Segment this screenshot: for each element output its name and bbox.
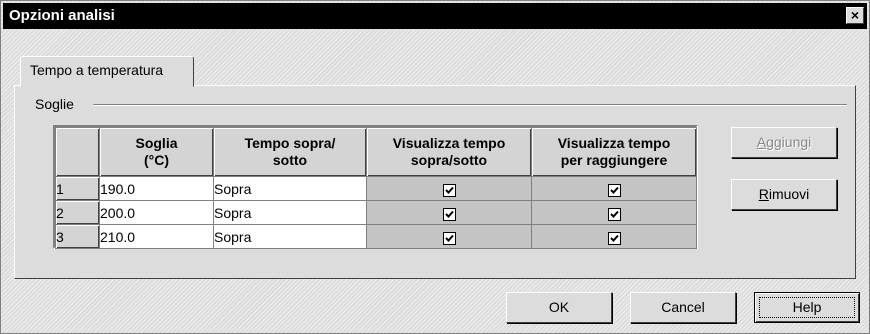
rimuovi-button[interactable]: Rimuovi	[731, 179, 837, 210]
visualizza-sopra-sotto-cell	[366, 224, 532, 249]
visualizza-raggiungere-cell	[531, 200, 697, 225]
header-soglia[interactable]: Soglia (°C)	[99, 127, 214, 177]
visualizza-sopra-sotto-checkbox[interactable]	[442, 208, 456, 222]
header-visualizza-sopra-sotto[interactable]: Visualizza tempo sopra/sotto	[366, 127, 532, 177]
checkmark-icon	[609, 235, 619, 243]
focus-ring	[759, 297, 855, 318]
thresholds-grid: Soglia (°C) Tempo sopra/ sotto Visualizz…	[53, 125, 698, 249]
group-separator	[93, 104, 847, 106]
tab-label: Tempo a temperatura	[30, 62, 164, 78]
visualizza-raggiungere-checkbox[interactable]	[607, 232, 621, 246]
visualizza-sopra-sotto-checkbox[interactable]	[442, 232, 456, 246]
title-bar[interactable]: Opzioni analisi ×	[3, 3, 867, 29]
ok-button[interactable]: OK	[506, 292, 612, 323]
visualizza-sopra-sotto-cell	[366, 176, 532, 201]
checkmark-icon	[444, 187, 454, 195]
row-number[interactable]: 3	[55, 224, 100, 249]
tempo-cell[interactable]: Sopra	[213, 176, 367, 201]
checkmark-icon	[444, 211, 454, 219]
checkmark-icon	[444, 235, 454, 243]
tempo-cell[interactable]: Sopra	[213, 224, 367, 249]
close-icon: ×	[850, 7, 860, 23]
table-row: 1 190.0 Sopra	[55, 176, 697, 201]
visualizza-raggiungere-cell	[531, 176, 697, 201]
aggiungi-button[interactable]: Aggiungi	[731, 127, 837, 158]
header-tempo[interactable]: Tempo sopra/ sotto	[213, 127, 367, 177]
visualizza-raggiungere-cell	[531, 224, 697, 249]
checkmark-icon	[609, 211, 619, 219]
grid-header-row: Soglia (°C) Tempo sopra/ sotto Visualizz…	[55, 127, 697, 177]
header-corner	[55, 127, 100, 177]
checkmark-icon	[609, 187, 619, 195]
visualizza-raggiungere-checkbox[interactable]	[607, 184, 621, 198]
group-label-soglie: Soglie	[35, 96, 74, 112]
cancel-button[interactable]: Cancel	[630, 292, 736, 323]
table-row: 2 200.0 Sopra	[55, 200, 697, 225]
soglia-cell[interactable]: 190.0	[99, 176, 214, 201]
visualizza-raggiungere-checkbox[interactable]	[607, 208, 621, 222]
window-title: Opzioni analisi	[9, 7, 115, 24]
tempo-cell[interactable]: Sopra	[213, 200, 367, 225]
header-visualizza-raggiungere[interactable]: Visualizza tempo per raggiungere	[531, 127, 697, 177]
row-number[interactable]: 1	[55, 176, 100, 201]
soglia-cell[interactable]: 200.0	[99, 200, 214, 225]
visualizza-sopra-sotto-checkbox[interactable]	[442, 184, 456, 198]
row-number[interactable]: 2	[55, 200, 100, 225]
dialog-window: Opzioni analisi × Tempo a temperatura So…	[0, 0, 870, 334]
close-button[interactable]: ×	[846, 7, 864, 24]
tab-tempo-a-temperatura[interactable]: Tempo a temperatura	[20, 56, 194, 87]
table-row: 3 210.0 Sopra	[55, 224, 697, 249]
visualizza-sopra-sotto-cell	[366, 200, 532, 225]
soglia-cell[interactable]: 210.0	[99, 224, 214, 249]
help-button[interactable]: Help	[754, 292, 860, 323]
